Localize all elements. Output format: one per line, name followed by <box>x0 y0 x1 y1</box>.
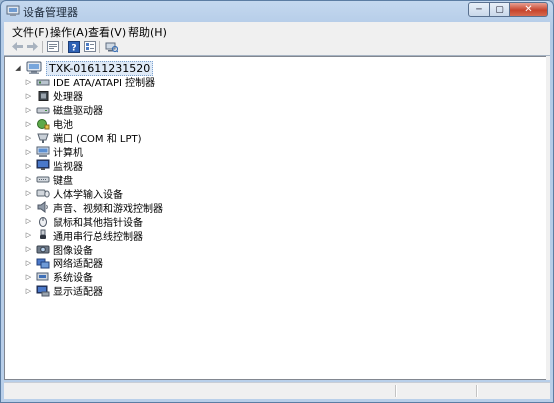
tree-node-mice[interactable]: ▷ 鼠标和其他指针设备 <box>24 214 163 229</box>
menu-bar: 文件(F) 操作(A) 查看(V) 帮助(H) <box>4 22 550 40</box>
tree-node-sound-video-game[interactable]: ▷ 声音、视频和游戏控制器 <box>24 200 163 215</box>
tree-node-monitors[interactable]: ▷ 监视器 <box>24 159 163 173</box>
mouse-icon <box>39 217 47 228</box>
expand-toggle-icon[interactable]: ▷ <box>24 145 33 159</box>
device-tree-panel[interactable]: ◢ TXK-01611231520 ▷ IDE ATA/ATAPI 控制器 ▷ … <box>4 56 547 380</box>
back-arrow-icon[interactable] <box>10 40 24 53</box>
sound-icon <box>37 201 48 214</box>
toolbar-separator <box>99 41 100 53</box>
tree-node-usb[interactable]: ▷ 通用串行总线控制器 <box>24 228 163 243</box>
tree-node-label: IDE ATA/ATAPI 控制器 <box>53 78 156 90</box>
tree-node-label: 图像设备 <box>53 245 93 257</box>
expand-toggle-icon[interactable]: ▷ <box>24 159 33 173</box>
tree-node-hid[interactable]: ▷ 人体学输入设备 <box>24 186 163 201</box>
usb-icon <box>40 229 46 240</box>
tree-node-imaging-devices[interactable]: ▷ 图像设备 <box>24 242 163 257</box>
tree-node-network-adapters[interactable]: ▷ 网络适配器 <box>24 256 163 270</box>
expand-toggle-icon[interactable]: ▷ <box>24 186 33 200</box>
tree-node-keyboards[interactable]: ▷ 键盘 <box>24 172 163 187</box>
tree-node-ide-controllers[interactable]: ▷ IDE ATA/ATAPI 控制器 <box>24 75 163 90</box>
expand-toggle-icon[interactable]: ▷ <box>24 75 33 89</box>
device-category-list: ▷ IDE ATA/ATAPI 控制器 ▷ 处理器 ▷ 磁盘驱动器 ▷ 电池 ▷ <box>24 75 163 298</box>
ide-controller-icon <box>36 79 50 86</box>
computer-name-label[interactable]: TXK-01611231520 <box>46 60 154 76</box>
expand-toggle-icon[interactable]: ▷ <box>24 200 33 214</box>
tree-node-label: 人体学输入设备 <box>53 189 123 201</box>
expand-toggle-icon[interactable]: ▷ <box>24 214 33 228</box>
tree-node-label: 电池 <box>53 120 73 132</box>
tree-node-label: 处理器 <box>53 92 83 104</box>
status-bar <box>4 382 550 399</box>
help-icon[interactable]: ? <box>67 40 81 53</box>
tree-node-label: 通用串行总线控制器 <box>53 231 143 243</box>
expand-toggle-icon[interactable]: ◢ <box>13 61 23 75</box>
expand-toggle-icon[interactable]: ▷ <box>24 117 33 131</box>
status-divider <box>395 385 397 397</box>
tree-node-label: 网络适配器 <box>53 259 103 271</box>
system-device-icon <box>36 272 49 281</box>
tree-node-processors[interactable]: ▷ 处理器 <box>24 89 163 103</box>
computer-icon <box>36 146 50 157</box>
svg-text:?: ? <box>71 43 76 53</box>
tree-node-battery[interactable]: ▷ 电池 <box>24 117 163 131</box>
tree-node-label: 系统设备 <box>53 273 93 285</box>
tree-node-display-adapters[interactable]: ▷ 显示适配器 <box>24 284 163 298</box>
window-title: 设备管理器 <box>23 6 78 19</box>
window-right-edge <box>546 56 550 380</box>
tree-node-label: 计算机 <box>53 148 83 160</box>
expand-toggle-icon[interactable]: ▷ <box>24 270 33 284</box>
tree-node-label: 显示适配器 <box>53 287 103 299</box>
network-adapter-icon <box>36 258 50 269</box>
scan-hardware-icon[interactable] <box>104 40 118 53</box>
status-divider <box>476 385 478 397</box>
tree-node-label: 磁盘驱动器 <box>53 106 103 118</box>
expand-toggle-icon[interactable]: ▷ <box>24 103 33 117</box>
keyboard-icon <box>36 176 50 183</box>
tree-node-label: 端口 (COM 和 LPT) <box>53 134 142 146</box>
tree-node-computer[interactable]: ▷ 计算机 <box>24 145 163 159</box>
expand-toggle-icon[interactable]: ▷ <box>24 172 33 186</box>
processor-icon <box>38 90 49 101</box>
properties-icon[interactable] <box>46 40 60 53</box>
tree-node-label: 监视器 <box>53 162 83 173</box>
tree-node-label: 声音、视频和游戏控制器 <box>53 203 163 215</box>
device-manager-window: 设备管理器 ─ ▢ ✕ 文件(F) 操作(A) 查看(V) 帮助(H) ? ◢ … <box>0 0 554 403</box>
close-button[interactable]: ✕ <box>510 2 548 17</box>
monitor-icon <box>36 159 50 171</box>
battery-icon <box>37 118 50 130</box>
tree-node-ports[interactable]: ▷ 端口 (COM 和 LPT) <box>24 131 163 145</box>
maximize-button[interactable]: ▢ <box>490 2 510 17</box>
expand-toggle-icon[interactable]: ▷ <box>24 89 33 103</box>
imaging-device-icon <box>36 245 50 254</box>
view-icon[interactable] <box>83 40 97 53</box>
tree-node-label: 键盘 <box>53 175 73 187</box>
port-icon <box>37 133 49 143</box>
menu-action[interactable]: 操作(A) <box>50 24 88 40</box>
tree-node-label: 鼠标和其他指针设备 <box>53 217 143 229</box>
minimize-button[interactable]: ─ <box>468 2 490 17</box>
expand-toggle-icon[interactable]: ▷ <box>24 256 33 270</box>
forward-arrow-icon[interactable] <box>25 40 39 53</box>
toolbar: ? <box>4 39 550 56</box>
title-bar[interactable]: 设备管理器 ─ ▢ ✕ <box>1 1 553 22</box>
display-adapter-icon <box>36 285 50 297</box>
hid-icon <box>36 189 50 198</box>
expand-toggle-icon[interactable]: ▷ <box>24 242 33 256</box>
menu-view[interactable]: 查看(V) <box>88 24 126 40</box>
toolbar-separator <box>42 41 43 53</box>
device-manager-app-icon <box>6 5 20 16</box>
tree-node-system-devices[interactable]: ▷ 系统设备 <box>24 270 163 284</box>
expand-toggle-icon[interactable]: ▷ <box>24 228 33 242</box>
toolbar-separator <box>62 41 63 53</box>
window-controls: ─ ▢ ✕ <box>468 2 548 18</box>
disk-drive-icon <box>36 107 50 114</box>
expand-toggle-icon[interactable]: ▷ <box>24 131 33 145</box>
computer-icon <box>26 61 42 74</box>
menu-help[interactable]: 帮助(H) <box>128 24 167 40</box>
expand-toggle-icon[interactable]: ▷ <box>24 284 33 298</box>
menu-file[interactable]: 文件(F) <box>12 24 49 40</box>
tree-root[interactable]: ◢ TXK-01611231520 <box>13 60 154 76</box>
tree-node-disk-drives[interactable]: ▷ 磁盘驱动器 <box>24 103 163 118</box>
